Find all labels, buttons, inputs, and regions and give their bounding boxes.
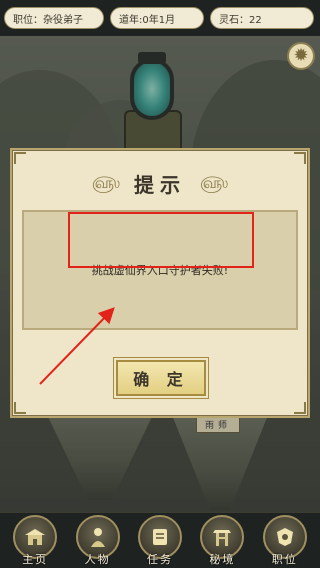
- corner-ornament: [14, 152, 26, 164]
- nav-label: 任务: [146, 552, 173, 566]
- status-bar: 职位：杂役弟子 道年:0年1月 灵石：22: [0, 0, 320, 36]
- confirm-button[interactable]: 确 定: [116, 360, 206, 396]
- dialog-header: ௵ 提示 ௵: [12, 168, 308, 198]
- alert-dialog: ௵ 提示 ௵ 挑战虚仙界入口守护者失败! 确 定: [10, 148, 310, 418]
- position-pill: 职位：杂役弟子: [4, 7, 104, 29]
- nav-position[interactable]: 职位: [257, 514, 313, 567]
- nav-label: 秘境: [209, 552, 236, 566]
- corner-ornament: [294, 402, 306, 414]
- spirit-stones-pill: 灵石：22: [210, 7, 314, 29]
- bottom-navigation: 主页 人物 任务 秘境 职位: [0, 512, 320, 568]
- nav-label: 人物: [84, 552, 111, 566]
- nav-quest[interactable]: 任务: [132, 514, 188, 567]
- nav-realm[interactable]: 秘境: [194, 514, 250, 567]
- nav-label: 主页: [22, 552, 49, 566]
- nav-character[interactable]: 人物: [70, 514, 126, 567]
- cloud-swirl-right-icon: ௵: [200, 172, 229, 192]
- cloud-swirl-left-icon: ௵: [91, 172, 120, 192]
- corner-ornament: [294, 152, 306, 164]
- annotation-highlight-box: [68, 212, 254, 268]
- dialog-title: 提示: [134, 172, 186, 197]
- era-pill: 道年:0年1月: [110, 7, 204, 29]
- nav-label: 职位: [271, 552, 298, 566]
- settings-gear-icon[interactable]: ✹: [287, 42, 315, 70]
- corner-ornament: [14, 402, 26, 414]
- nav-home[interactable]: 主页: [7, 514, 63, 567]
